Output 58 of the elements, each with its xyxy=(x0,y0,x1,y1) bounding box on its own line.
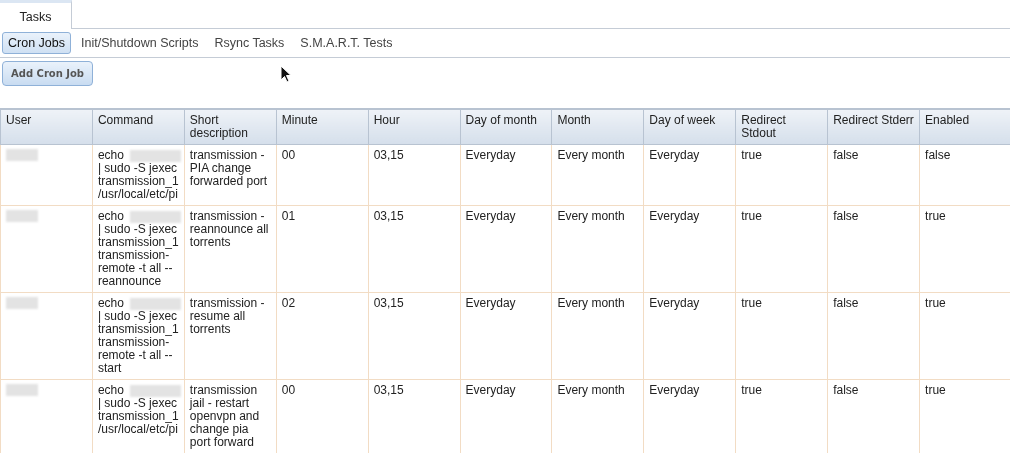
command-text: echo xyxy=(97,149,124,162)
subtab[interactable]: S.M.A.R.T. Tests xyxy=(294,32,399,54)
table-cell: 03,15 xyxy=(368,205,461,293)
table-cell: false xyxy=(827,144,920,206)
column-header[interactable]: Short description xyxy=(184,109,277,145)
command-text: | sudo -S jexec transmission_1 /usr/local/etc/pi xyxy=(97,397,180,436)
column-header[interactable]: Day of month xyxy=(460,109,552,145)
command-text: | sudo -S jexec transmission_1 transmission- remote -t all -- start xyxy=(97,310,180,375)
table-cell: transmission - resume all torrents xyxy=(184,292,277,380)
command-text: echo xyxy=(97,210,124,223)
redacted-user xyxy=(6,149,38,161)
column-header[interactable]: Month xyxy=(551,109,644,145)
table-cell: transmission - reannounce all torrents xyxy=(184,205,277,293)
column-header[interactable]: Minute xyxy=(276,109,369,145)
column-header[interactable]: Command xyxy=(92,109,185,145)
table-cell: false xyxy=(827,292,920,380)
table-cell: 03,15 xyxy=(368,292,461,380)
redacted-text xyxy=(129,210,181,223)
subtab[interactable]: Rsync Tasks xyxy=(208,32,291,54)
table-cell: Everyday xyxy=(460,144,552,206)
table-cell: 02 xyxy=(276,292,369,380)
command-text: | sudo -S jexec transmission_1 /usr/local/etc/pi xyxy=(97,162,180,201)
tab[interactable]: Tasks xyxy=(0,0,72,29)
column-header[interactable]: Redirect Stdout xyxy=(735,109,828,145)
redacted-text xyxy=(129,384,181,397)
column-header[interactable]: User xyxy=(0,109,93,145)
command-text: | sudo -S jexec transmission_1 transmission- remote -t all -- reannounce xyxy=(97,223,180,288)
command-text: echo xyxy=(97,384,124,397)
redacted-text xyxy=(129,149,181,162)
column-header[interactable]: Day of week xyxy=(643,109,736,145)
column-header[interactable]: Redirect Stderr xyxy=(827,109,920,145)
subtab[interactable]: Cron Jobs xyxy=(2,32,71,54)
redacted-user xyxy=(6,297,38,309)
table-cell: 03,15 xyxy=(368,144,461,206)
table-cell: Everyday xyxy=(643,205,736,293)
table-cell: true xyxy=(735,205,828,293)
table-cell: Everyday xyxy=(460,292,552,380)
redacted-user xyxy=(6,384,38,396)
table-cell: Everyday xyxy=(643,144,736,206)
table-cell: Every month xyxy=(551,144,644,206)
table-cell: 00 xyxy=(276,144,369,206)
table-cell: Everyday xyxy=(460,205,552,293)
table-cell: false xyxy=(827,205,920,293)
subtab[interactable]: Init/Shutdown Scripts xyxy=(75,32,205,54)
redacted-user xyxy=(6,210,38,222)
table-cell: 01 xyxy=(276,205,369,293)
command-text: echo xyxy=(97,297,124,310)
table-cell: true xyxy=(735,144,828,206)
add-cron-job-button[interactable]: Add Cron Job xyxy=(2,61,94,86)
table-cell: Every month xyxy=(551,205,644,293)
table-cell: true xyxy=(735,292,828,380)
table-cell: transmission - PIA change forwarded port xyxy=(184,144,277,206)
table-cell: Everyday xyxy=(643,292,736,380)
column-header[interactable]: Hour xyxy=(368,109,461,145)
column-header[interactable]: Enabled xyxy=(919,109,1010,145)
redacted-text xyxy=(129,297,181,310)
mouse-pointer-icon xyxy=(280,65,292,83)
table-cell: Every month xyxy=(551,292,644,380)
